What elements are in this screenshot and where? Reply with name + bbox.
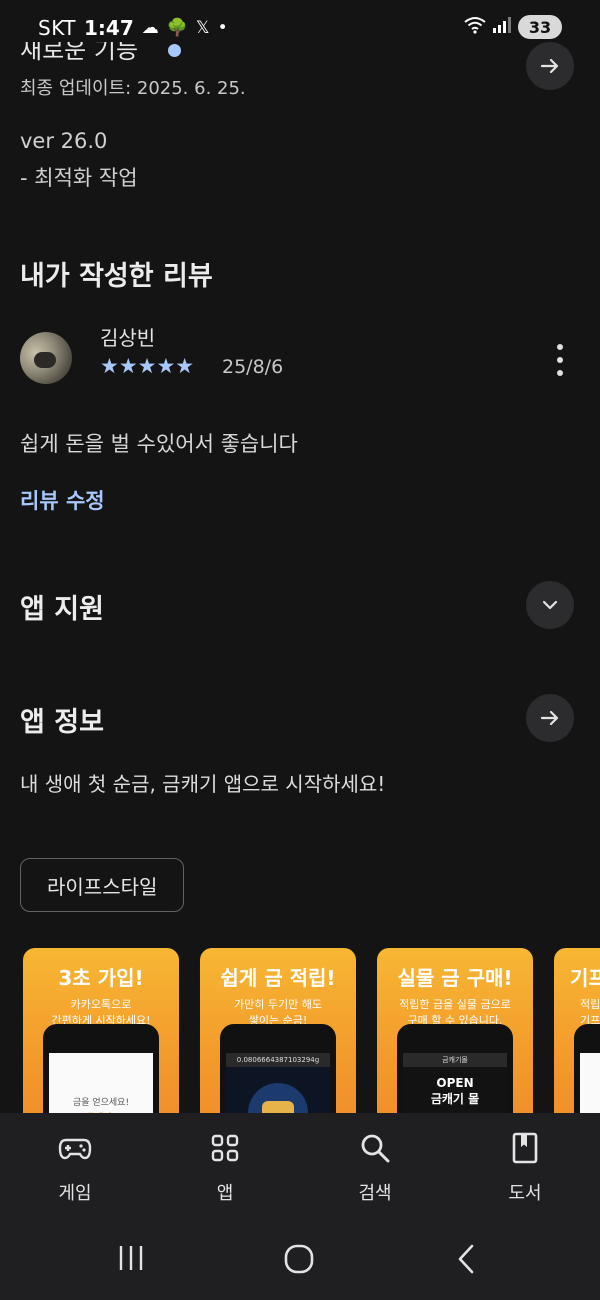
star-rating: ★★★★★ — [100, 354, 195, 378]
screenshot-subtext-line: 적립 — [580, 998, 600, 1011]
nav-label: 도서 — [508, 1183, 542, 1204]
home-icon[interactable] — [283, 1243, 315, 1279]
chevron-down-icon — [542, 600, 558, 610]
phone-mockup — [574, 1024, 600, 1118]
signal-icon — [492, 16, 512, 38]
new-indicator-dot — [168, 44, 181, 57]
update-note: - 최적화 작업 — [20, 166, 138, 190]
last-updated: 최종 업데이트: 2025. 6. 25. — [20, 78, 246, 99]
screenshot-card[interactable]: 실물 금 구매! 적립한 금을 실물 금으로 구매 할 수 있습니다. 금캐기몰… — [377, 948, 533, 1118]
nav-item-books[interactable]: 도서 — [470, 1131, 580, 1205]
screenshot-heading: 3초 가입! — [58, 966, 144, 990]
app-support-title: 앱 지원 — [20, 594, 104, 625]
arrow-right-icon — [540, 710, 559, 726]
screenshot-card[interactable]: 기프 적립 기프 — [554, 948, 600, 1118]
dot-icon: • — [217, 18, 228, 38]
screen-text: 금을 얻으세요! — [72, 1098, 130, 1108]
nav-item-games[interactable]: 게임 — [20, 1131, 130, 1205]
more-options-icon[interactable] — [548, 340, 572, 380]
status-right: 33 — [464, 15, 562, 39]
nav-label: 게임 — [58, 1183, 92, 1204]
app-description: 내 생애 첫 순금, 금캐기 앱으로 시작하세요! — [20, 772, 386, 796]
nav-item-search[interactable]: 검색 — [320, 1131, 430, 1205]
phone-mockup: 금캐기몰 OPEN 금캐기 몰 — [397, 1024, 513, 1118]
battery-indicator: 33 — [518, 15, 562, 39]
battery-level: 33 — [528, 17, 552, 37]
screenshot-subtext-line: 카카오톡으로 — [70, 998, 132, 1011]
screenshot-card[interactable]: 3초 가입! 카카오톡으로 간편하게 시작하세요! 금을 얻으세요!금캐기! — [23, 948, 179, 1118]
version-text: ver 26.0 — [20, 129, 108, 153]
arrow-right-icon — [540, 58, 559, 74]
review-text: 쉽게 돈을 벌 수있어서 좋습니다 — [20, 432, 298, 456]
app-info-title: 앱 정보 — [20, 707, 104, 738]
category-chip-label: 라이프스타일 — [47, 874, 158, 899]
tree-icon: 🌳 — [166, 18, 188, 38]
screen-big-text: 금캐기 몰 — [430, 1092, 480, 1106]
back-icon[interactable] — [454, 1243, 480, 1279]
system-navigation-bar — [0, 1221, 600, 1300]
book-icon — [512, 1132, 538, 1164]
screenshot-card[interactable]: 쉽게 금 적립! 가만히 두기만 해도 쌓이는 순금! 0.0806664387… — [200, 948, 356, 1118]
screenshot-subtext-line: 가만히 두기만 해도 — [234, 998, 322, 1011]
recent-apps-icon[interactable] — [116, 1243, 146, 1277]
screenshot-heading: 실물 금 구매! — [397, 966, 513, 990]
screenshot-heading: 쉽게 금 적립! — [220, 966, 336, 990]
my-review-title: 내가 작성한 리뷰 — [20, 261, 213, 292]
gamepad-icon — [58, 1138, 92, 1160]
app-info-arrow-button[interactable] — [526, 694, 574, 742]
screenshot-carousel[interactable]: 3초 가입! 카카오톡으로 간편하게 시작하세요! 금을 얻으세요!금캐기! 쉽… — [0, 948, 600, 1118]
screen-balance-bar: 0.0806664387103294g — [226, 1053, 330, 1067]
phone-mockup: 0.0806664387103294g — [220, 1024, 336, 1118]
clock: 1:47 — [83, 16, 134, 40]
nav-label: 앱 — [216, 1183, 234, 1204]
x-logo-icon: 𝕏 — [195, 18, 210, 38]
nav-label: 검색 — [358, 1183, 392, 1204]
carrier-label: SKT — [38, 16, 76, 40]
apps-grid-icon — [211, 1134, 239, 1162]
app-support-expand-button[interactable] — [526, 581, 574, 629]
nav-item-apps[interactable]: 앱 — [170, 1131, 280, 1205]
search-icon — [361, 1134, 390, 1163]
avatar — [20, 332, 72, 384]
reviewer-name: 김상빈 — [100, 326, 156, 350]
review-date: 25/8/6 — [222, 356, 284, 378]
screen-big-text: OPEN — [436, 1076, 474, 1090]
status-left: SKT 1:47 ☁ 🌳 𝕏 • — [38, 16, 228, 40]
category-chip[interactable]: 라이프스타일 — [20, 858, 185, 912]
whats-new-arrow-button[interactable] — [526, 42, 574, 90]
screen-store-bar: 금캐기몰 — [403, 1053, 507, 1067]
wifi-icon — [464, 16, 486, 38]
edit-review-link[interactable]: 리뷰 수정 — [20, 485, 105, 515]
cloud-icon: ☁ — [141, 18, 159, 38]
screenshot-heading: 기프 — [570, 966, 600, 990]
phone-mockup: 금을 얻으세요!금캐기! — [43, 1024, 159, 1118]
screenshot-subtext-line: 적립한 금을 실물 금으로 — [399, 998, 511, 1011]
bottom-navigation: 게임 앱 검색 도서 — [0, 1113, 600, 1221]
